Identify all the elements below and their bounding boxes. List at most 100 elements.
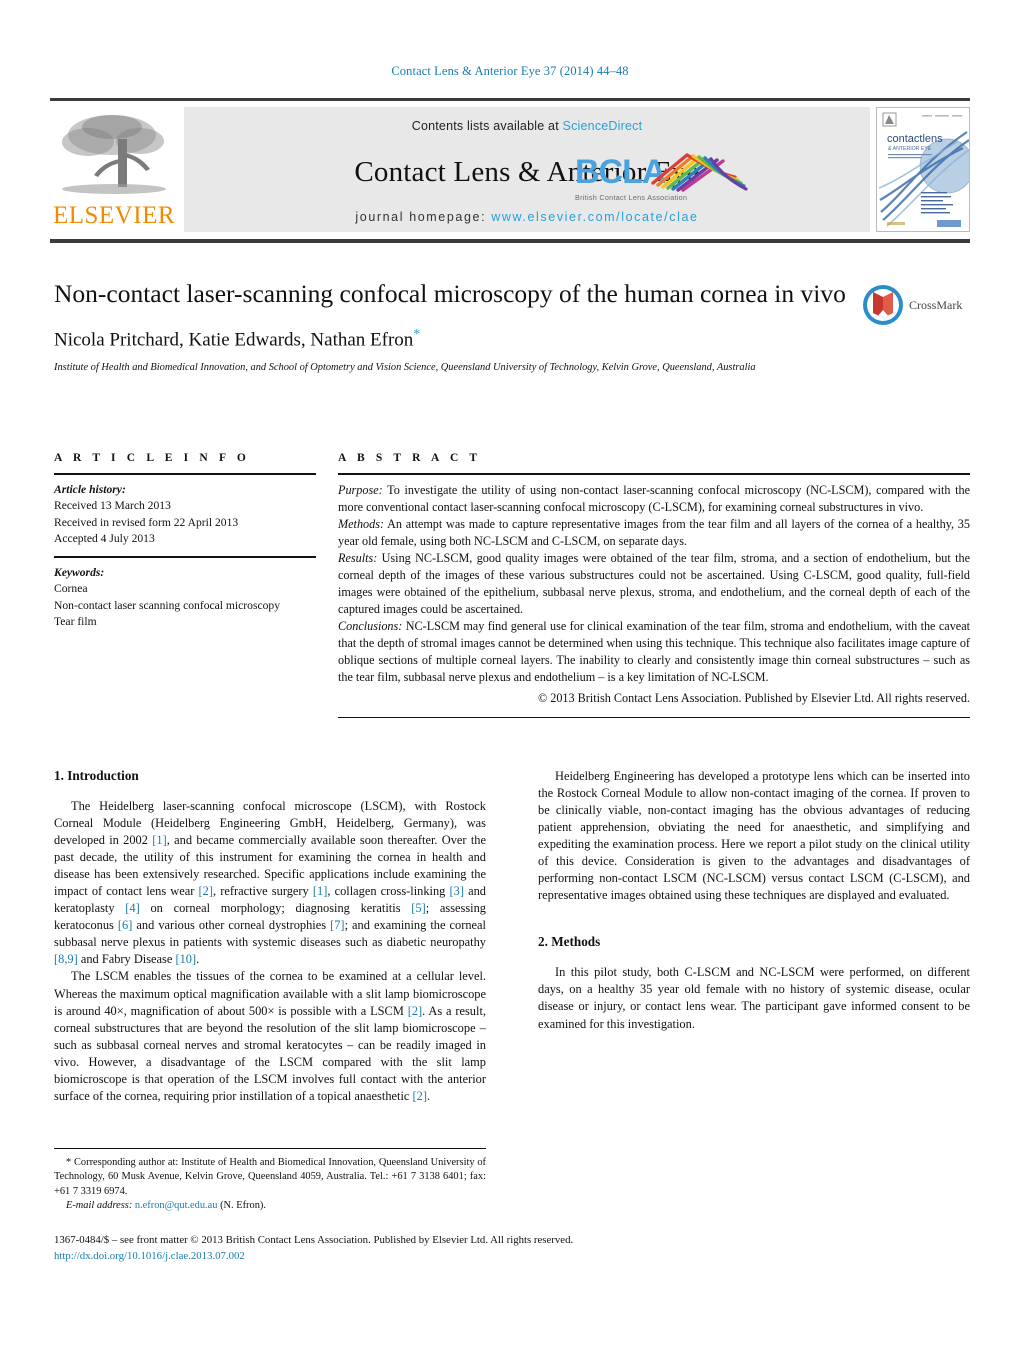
article-info-rule-mid — [54, 556, 316, 558]
keyword-item: Tear film — [54, 615, 97, 629]
text-run: , collagen cross-linking — [327, 884, 450, 899]
citation-ref[interactable]: [10] — [175, 952, 196, 966]
keywords-block: Keywords: Cornea Non-contact laser scann… — [54, 565, 316, 631]
abstract-methods-text: An attempt was made to capture represent… — [338, 516, 970, 548]
masthead-center-panel: Contents lists available at ScienceDirec… — [184, 107, 870, 232]
body-left-column: 1. Introduction The Heidelberg laser-sca… — [54, 768, 486, 1105]
author-names: Nicola Pritchard, Katie Edwards, Nathan … — [54, 329, 414, 351]
email-label: E-mail address: — [66, 1200, 133, 1212]
affiliation: Institute of Health and Biomedical Innov… — [54, 362, 756, 374]
text-run: and various other corneal dystrophies — [132, 918, 331, 933]
masthead-top-rule — [50, 98, 970, 101]
text-run: , refractive surgery — [212, 884, 313, 899]
svg-text:British Contact Lens Associati: British Contact Lens Association — [575, 193, 687, 202]
keywords-label: Keywords: — [54, 566, 105, 579]
elsevier-logo: ELSEVIER — [50, 107, 178, 232]
column-gap — [316, 452, 338, 718]
crossmark-label: CrossMark — [909, 297, 963, 312]
citation-ref[interactable]: [6] — [118, 918, 132, 932]
abstract-results-text: Using NC-LSCM, good quality images were … — [338, 550, 970, 617]
journal-cover-thumbnail: contactlens & ANTERIOR EYE — [876, 107, 970, 232]
article-history-block: Article history: Received 13 March 2013 … — [54, 482, 316, 548]
intro-paragraph-2: The LSCM enables the tissues of the corn… — [54, 968, 486, 1104]
elsevier-wordmark: ELSEVIER — [52, 202, 176, 229]
journal-title: Contact Lens & Anterior Eye — [354, 155, 700, 188]
history-item: Received in revised form 22 April 2013 — [54, 515, 239, 529]
abstract-rule-top — [338, 473, 970, 475]
abstract-copyright: © 2013 British Contact Lens Association.… — [537, 690, 970, 705]
abstract-methods-label: Methods: — [338, 516, 385, 531]
intro-paragraph-1: The Heidelberg laser-scanning confocal m… — [54, 798, 486, 968]
text-run: . — [426, 1088, 431, 1103]
article-history-label: Article history: — [54, 482, 126, 496]
abstract-purpose: Purpose: To investigate the utility of u… — [338, 482, 970, 516]
citation-ref[interactable]: [4] — [125, 901, 139, 915]
info-abstract-row: A R T I C L E I N F O Article history: R… — [54, 452, 970, 718]
text-run: . — [196, 952, 200, 967]
keyword-item: Non-contact laser scanning confocal micr… — [54, 598, 280, 612]
citation-ref[interactable]: [3] — [450, 884, 464, 898]
body-column-gap — [486, 768, 538, 1105]
page-title: Non-contact laser-scanning confocal micr… — [54, 279, 846, 308]
running-head: Contact Lens & Anterior Eye 37 (2014) 44… — [391, 64, 629, 78]
bcla-logo: BCLA British Contact Lens Association — [575, 147, 750, 219]
section-heading-methods: 2. Methods — [538, 934, 601, 950]
corresponding-author-note: * Corresponding author at: Institute of … — [54, 1157, 486, 1197]
email-link[interactable]: n.efron@qut.edu.au — [135, 1200, 218, 1211]
elsevier-tree-icon — [62, 115, 166, 194]
sciencedirect-link[interactable]: ScienceDirect — [563, 119, 643, 133]
text-run: on corneal morphology; diagnosing kerati… — [139, 901, 412, 916]
abstract-purpose-label: Purpose: — [338, 482, 383, 497]
text-run: and Fabry Disease — [77, 952, 176, 967]
citation-ref[interactable]: [1] — [313, 884, 327, 898]
abstract-purpose-text: To investigate the utility of using non-… — [338, 482, 970, 514]
history-item: Received 13 March 2013 — [54, 499, 171, 513]
abstract-methods: Methods: An attempt was made to capture … — [338, 516, 970, 550]
abstract-column: A B S T R A C T Purpose: To investigate … — [338, 452, 970, 718]
abstract-conclusions-text: NC-LSCM may find general use for clinica… — [338, 619, 970, 685]
crossmark-badge[interactable]: CrossMark — [862, 282, 966, 328]
svg-text:BCLA: BCLA — [575, 153, 666, 191]
doi-link[interactable]: http://dx.doi.org/10.1016/j.clae.2013.07… — [54, 1248, 754, 1264]
citation-ref[interactable]: [7] — [330, 918, 344, 932]
abstract-rule-bottom — [338, 716, 970, 718]
journal-masthead: ELSEVIER Contents lists available at Sci… — [50, 98, 970, 243]
abstract-results-label: Results: — [338, 550, 378, 565]
contents-prefix: Contents lists available at — [411, 119, 563, 133]
crossmark-icon — [863, 285, 903, 325]
author-list: Nicola Pritchard, Katie Edwards, Nathan … — [54, 327, 970, 351]
front-matter-line: 1367-0484/$ – see front matter © 2013 Br… — [54, 1234, 574, 1246]
email-suffix: (N. Efron). — [217, 1200, 266, 1212]
contents-available-line: Contents lists available at ScienceDirec… — [184, 115, 870, 133]
citation-ref[interactable]: [2] — [413, 1089, 427, 1103]
abstract-heading: A B S T R A C T — [338, 452, 482, 464]
article-info-heading: A R T I C L E I N F O — [54, 452, 250, 464]
citation-ref[interactable]: [8,9] — [54, 952, 78, 966]
body-right-column: Heidelberg Engineering has developed a p… — [538, 768, 970, 1105]
article-info-rule-top — [54, 473, 316, 475]
abstract-results: Results: Using NC-LSCM, good quality ima… — [338, 550, 970, 618]
keyword-item: Cornea — [54, 582, 88, 596]
svg-text:& ANTERIOR EYE: & ANTERIOR EYE — [888, 146, 932, 152]
citation-ref[interactable]: [5] — [411, 901, 425, 915]
bcla-logo-icon: BCLA British Contact Lens Association — [575, 153, 748, 202]
journal-homepage-line: journal homepage: www.elsevier.com/locat… — [184, 201, 870, 232]
front-matter-block: 1367-0484/$ – see front matter © 2013 Br… — [54, 1232, 754, 1264]
section-heading-introduction: 1. Introduction — [54, 768, 139, 783]
body-two-column: 1. Introduction The Heidelberg laser-sca… — [54, 768, 970, 1105]
cover-art-icon: contactlens & ANTERIOR EYE — [877, 108, 969, 231]
journal-article-page: Contact Lens & Anterior Eye 37 (2014) 44… — [0, 0, 1020, 1351]
intro-paragraph-3: Heidelberg Engineering has developed a p… — [538, 769, 970, 903]
abstract-conclusions-label: Conclusions: — [338, 619, 403, 634]
footnote-block: * Corresponding author at: Institute of … — [54, 1148, 486, 1213]
article-info-column: A R T I C L E I N F O Article history: R… — [54, 452, 316, 718]
homepage-prefix: journal homepage: — [355, 210, 492, 224]
svg-text:contactlens: contactlens — [887, 133, 943, 145]
abstract-conclusions: Conclusions: NC-LSCM may find general us… — [338, 618, 970, 686]
citation-ref[interactable]: [2] — [408, 1004, 422, 1018]
title-block: Non-contact laser-scanning confocal micr… — [54, 278, 970, 376]
abstract-body: Purpose: To investigate the utility of u… — [338, 482, 970, 707]
masthead-bottom-rule — [50, 239, 970, 243]
citation-ref[interactable]: [2] — [199, 884, 213, 898]
citation-ref[interactable]: [1] — [152, 833, 166, 847]
